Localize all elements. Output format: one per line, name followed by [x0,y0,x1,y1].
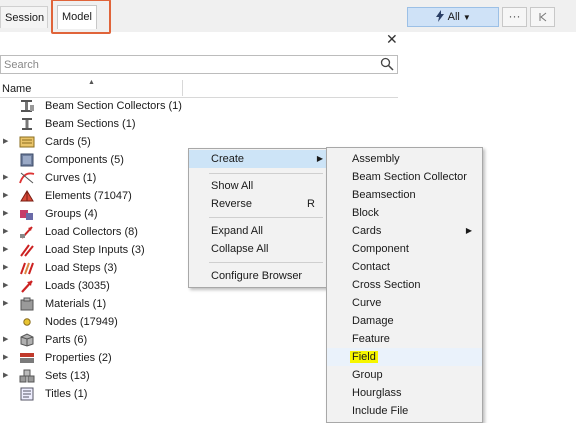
load-collectors-icon [19,225,35,239]
context-menu: Create ▶ Show All Reverse R Expand All C… [188,148,328,288]
submenu-item-block[interactable]: Block [327,204,482,222]
beam-section-collector-icon [19,99,35,113]
expand-arrow-icon[interactable]: ▶ [3,205,8,223]
column-header: ▲ Name [0,79,398,98]
cards-icon [19,135,35,149]
filter-all-label: All [447,11,460,23]
nodes-icon [19,315,35,329]
search-box [0,55,398,74]
submenu-arrow-icon: ▶ [465,226,472,235]
tree-row-label: Elements (71047) [45,190,132,202]
materials-icon [19,297,35,311]
menu-separator [209,173,323,174]
submenu-item-cards[interactable]: Cards ▶ [327,222,482,240]
menu-item-reverse[interactable]: Reverse R [189,195,327,213]
submenu-item-component[interactable]: Component [327,240,482,258]
lightning-icon [435,10,447,23]
elements-icon [19,189,35,203]
menu-item-label: Cards [352,225,382,237]
tree-row-beam-sections[interactable]: Beam Sections (1) [0,115,398,133]
load-steps-icon [19,261,35,275]
submenu-item-beam-section-collector[interactable]: Beam Section Collector [327,168,482,186]
expand-arrow-icon[interactable]: ▶ [3,133,8,151]
submenu-item-include-file[interactable]: Include File [327,402,482,420]
load-step-inputs-icon [19,243,35,257]
tree-row-label: Beam Section Collectors (1) [45,100,182,112]
expand-arrow-icon[interactable]: ▶ [3,187,8,205]
titles-icon [19,387,35,401]
expand-arrow-icon[interactable]: ▶ [3,223,8,241]
expand-arrow-icon[interactable]: ▶ [3,331,8,349]
tree-row-label: Cards (5) [45,136,91,148]
menu-item-create[interactable]: Create ▶ [189,150,327,168]
parts-icon [19,333,35,347]
menu-item-shortcut: R [307,198,315,210]
tree-row-label: Curves (1) [45,172,97,184]
menu-separator [209,262,323,263]
expand-arrow-icon[interactable]: ▶ [3,259,8,277]
search-icon[interactable] [380,57,394,74]
column-divider[interactable] [182,80,183,96]
expand-arrow-icon[interactable]: ▶ [3,277,8,295]
expand-arrow-icon[interactable]: ▶ [3,169,8,187]
submenu-arrow-icon: ▶ [316,154,323,163]
expand-arrow-icon[interactable]: ▶ [3,367,8,385]
expand-arrow-icon[interactable]: ▶ [3,241,8,259]
tree-row-label: Materials (1) [45,298,107,310]
components-icon [19,153,35,167]
submenu-item-field[interactable]: Field [327,348,482,366]
tree-row-label: Load Steps (3) [45,262,118,274]
menu-separator [209,217,323,218]
sort-ascending-icon[interactable]: ▲ [88,79,95,86]
search-input[interactable] [1,56,377,74]
tree-row-label: Loads (3035) [45,280,110,292]
submenu-item-assembly[interactable]: Assembly [327,150,482,168]
groups-icon [19,207,35,221]
filter-all-button[interactable]: All ▼ [407,7,499,27]
submenu-item-beamsection[interactable]: Beamsection [327,186,482,204]
tree-row-label: Components (5) [45,154,124,166]
submenu-item-cross-section[interactable]: Cross Section [327,276,482,294]
loads-icon [19,279,35,293]
menu-item-expand-all[interactable]: Expand All [189,222,327,240]
tree-row-label: Groups (4) [45,208,98,220]
submenu-item-contact[interactable]: Contact [327,258,482,276]
menu-item-label: Reverse [211,198,252,210]
submenu-item-curve[interactable]: Curve [327,294,482,312]
submenu-item-damage[interactable]: Damage [327,312,482,330]
top-bar: Session Model All ▼ ··· [0,0,576,34]
menu-item-show-all[interactable]: Show All [189,177,327,195]
more-options-button[interactable]: ··· [502,7,527,27]
tree-row-label: Sets (13) [45,370,90,382]
menu-item-configure-browser[interactable]: Configure Browser [189,267,327,285]
tree-row-label: Load Collectors (8) [45,226,138,238]
tree-row-label: Parts (6) [45,334,88,346]
create-submenu: Assembly Beam Section Collector Beamsect… [326,147,483,423]
expand-arrow-icon[interactable]: ▶ [3,349,8,367]
expand-arrow-icon[interactable]: ▶ [3,295,8,313]
submenu-item-hourglass[interactable]: Hourglass [327,384,482,402]
tree-row-label: Beam Sections (1) [45,118,136,130]
tree-row-beam-section-collectors[interactable]: Beam Section Collectors (1) [0,97,398,115]
submenu-item-group[interactable]: Group [327,366,482,384]
properties-icon [19,351,35,365]
submenu-item-feature[interactable]: Feature [327,330,482,348]
tree-row-label: Load Step Inputs (3) [45,244,145,256]
tree-row-label: Titles (1) [45,388,88,400]
tab-session[interactable]: Session [0,6,48,28]
tree-row-label: Nodes (17949) [45,316,118,328]
close-icon[interactable]: ✕ [386,31,398,48]
menu-item-label: Create [211,153,245,165]
menu-item-collapse-all[interactable]: Collapse All [189,240,327,258]
chevron-down-icon: ▼ [462,13,471,22]
curves-icon [19,171,35,185]
beam-section-icon [19,117,35,131]
skip-to-start-button[interactable] [530,7,555,27]
sets-icon [19,369,35,383]
tree-row-label: Properties (2) [45,352,112,364]
skip-start-icon [539,12,547,22]
column-name[interactable]: Name [2,83,31,95]
tab-highlight-box [51,0,111,34]
menu-item-label: Field [350,351,378,363]
